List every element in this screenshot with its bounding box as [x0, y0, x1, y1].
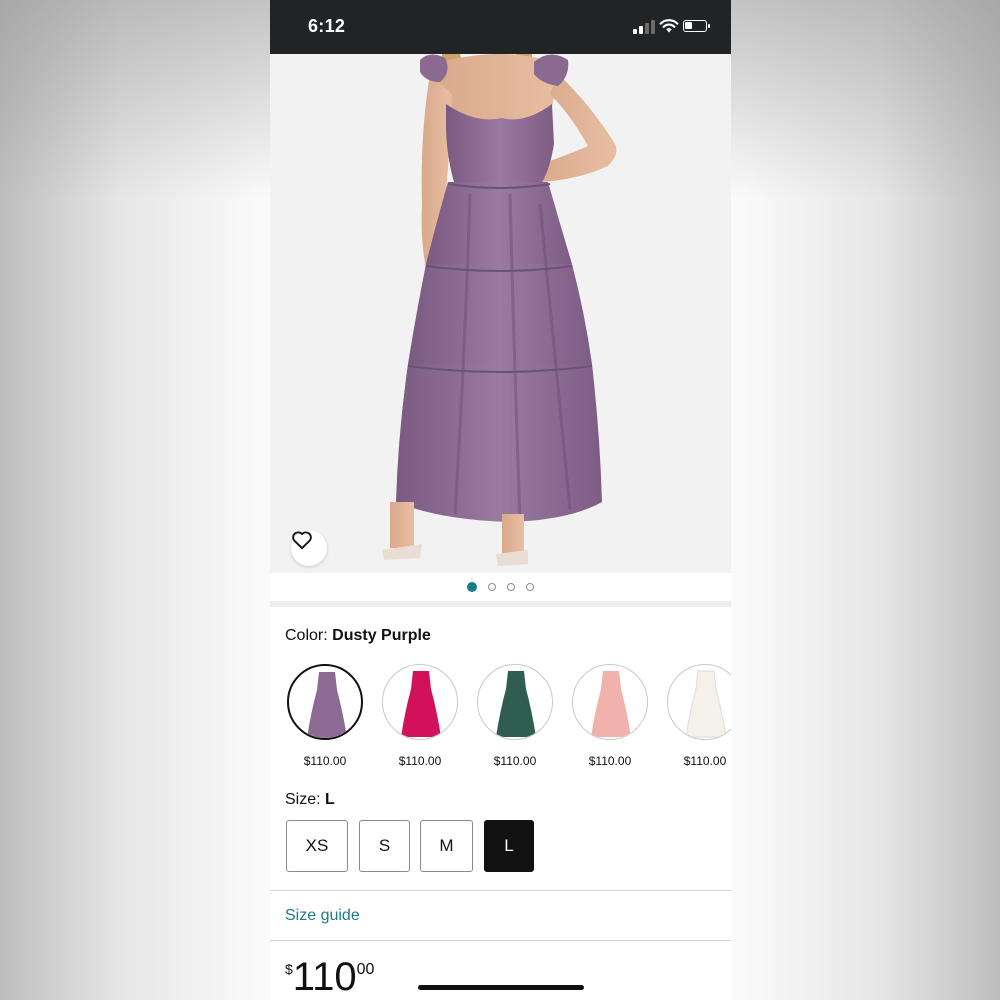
- color-swatch-green[interactable]: $110.00: [475, 664, 555, 768]
- swatch-price: $110.00: [683, 754, 727, 768]
- cellular-signal-icon: [633, 20, 655, 34]
- color-swatch-pink[interactable]: $110.00: [380, 664, 460, 768]
- swatch-thumbnail: [477, 664, 553, 740]
- size-guide-link[interactable]: Size guide: [285, 907, 360, 925]
- price-whole: 110: [292, 955, 357, 999]
- image-carousel-dots: [270, 573, 731, 601]
- carousel-dot[interactable]: [507, 583, 515, 591]
- swatch-price: $110.00: [398, 754, 442, 768]
- color-swatch-list: $110.00 $110.00 $110.00 $110.00 $110.00: [285, 664, 731, 774]
- selected-size: L: [325, 791, 335, 808]
- product-price: $11000: [285, 955, 374, 1000]
- dress-photo: [382, 54, 617, 566]
- color-label: Color: Dusty Purple: [285, 627, 431, 645]
- heart-outline-icon: [292, 531, 312, 550]
- size-option-s[interactable]: S: [359, 820, 410, 872]
- carousel-dot[interactable]: [488, 583, 496, 591]
- swatch-price: $110.00: [588, 754, 632, 768]
- divider: [270, 890, 731, 891]
- size-label: Size: L: [285, 791, 335, 809]
- carousel-dot[interactable]: [526, 583, 534, 591]
- size-option-m[interactable]: M: [420, 820, 473, 872]
- price-cents: 00: [356, 961, 375, 978]
- product-image[interactable]: [270, 54, 731, 573]
- divider: [270, 940, 731, 941]
- swatch-thumbnail: [667, 664, 731, 740]
- swatch-thumbnail: [287, 664, 363, 740]
- battery-icon: [683, 20, 710, 32]
- selected-color-name: Dusty Purple: [332, 627, 431, 644]
- color-swatch-blush[interactable]: $110.00: [570, 664, 650, 768]
- color-swatch-dusty-purple[interactable]: $110.00: [285, 664, 365, 768]
- status-time: 6:12: [308, 16, 346, 36]
- status-bar: 6:12: [270, 0, 731, 54]
- wifi-icon: [659, 19, 679, 33]
- section-divider: [270, 601, 731, 607]
- carousel-dot[interactable]: [467, 582, 477, 592]
- size-label-prefix: Size:: [285, 791, 321, 808]
- swatch-price: $110.00: [493, 754, 537, 768]
- size-option-l[interactable]: L: [484, 820, 534, 872]
- size-option-xs[interactable]: XS: [286, 820, 348, 872]
- color-swatch-white[interactable]: $110.00: [665, 664, 731, 768]
- favorite-button[interactable]: [291, 530, 327, 566]
- swatch-thumbnail: [382, 664, 458, 740]
- phone-screen: 6:12 Color: Dusty Purple $110.00 $110.00…: [270, 0, 731, 1000]
- swatch-price: $110.00: [303, 754, 347, 768]
- home-indicator[interactable]: [418, 985, 584, 990]
- price-currency: $: [285, 961, 293, 977]
- color-label-prefix: Color:: [285, 627, 328, 644]
- swatch-thumbnail: [572, 664, 648, 740]
